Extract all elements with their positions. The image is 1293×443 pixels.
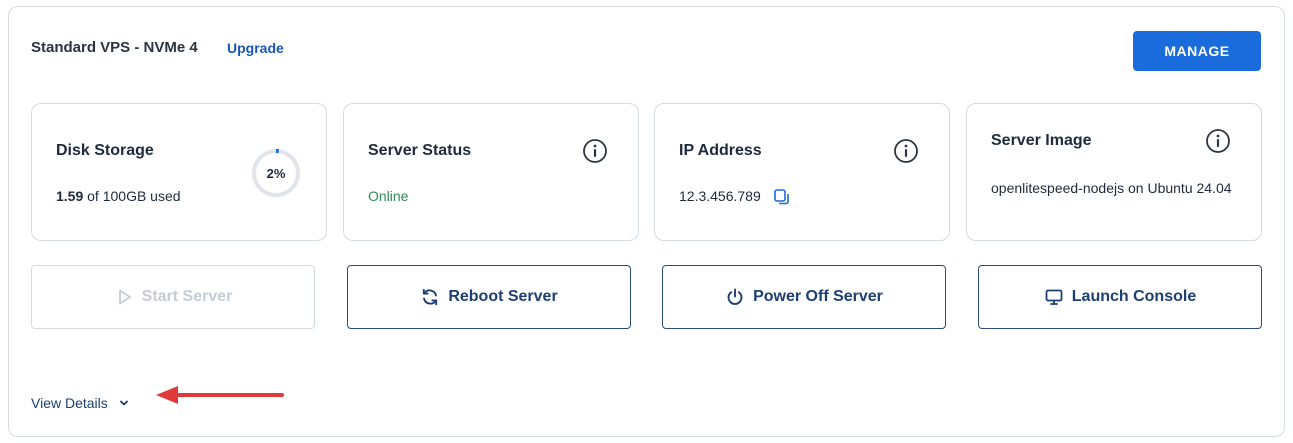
server-image-card: Server Image openlitespeed-nodejs on Ubu… (966, 103, 1262, 241)
ip-address-value: 12.3.456.789 (679, 188, 761, 204)
copy-icon[interactable] (773, 188, 791, 206)
power-off-server-label: Power Off Server (753, 288, 883, 305)
server-image-value: openlitespeed-nodejs on Ubuntu 24.04 (991, 180, 1232, 196)
power-off-server-button[interactable]: Power Off Server (662, 265, 946, 329)
disk-usage-percent: 2% (266, 165, 286, 181)
view-details-label: View Details (31, 395, 108, 411)
start-server-label: Start Server (141, 288, 233, 305)
power-icon (727, 288, 743, 305)
disk-usage-text: 1.59 of 100GB used (56, 188, 181, 204)
ip-address-title: IP Address (679, 142, 762, 159)
upgrade-link[interactable]: Upgrade (227, 40, 284, 56)
start-server-button[interactable]: Start Server (31, 265, 315, 329)
server-status-card: Server Status Online (343, 103, 639, 241)
chevron-down-icon (119, 400, 128, 406)
disk-storage-card: Disk Storage 1.59 of 100GB used 2% (31, 103, 327, 241)
annotation-arrow-icon (156, 386, 284, 404)
disk-used-suffix: of 100GB used (83, 188, 181, 204)
launch-console-button[interactable]: Launch Console (978, 265, 1262, 329)
disk-used-value: 1.59 (56, 188, 84, 204)
server-panel: Standard VPS - NVMe 4 Upgrade MANAGE Dis… (8, 6, 1285, 437)
ip-address-card: IP Address 12.3.456.789 (654, 103, 950, 241)
info-icon[interactable] (1205, 128, 1231, 154)
play-icon (118, 289, 131, 305)
server-status-title: Server Status (368, 142, 472, 159)
server-status-value: Online (368, 188, 409, 204)
info-icon[interactable] (893, 138, 919, 164)
refresh-icon (423, 288, 438, 306)
launch-console-label: Launch Console (1071, 288, 1197, 305)
plan-title: Standard VPS - NVMe 4 (31, 39, 198, 56)
monitor-icon (1045, 289, 1063, 305)
reboot-server-label: Reboot Server (448, 288, 558, 305)
manage-button[interactable]: MANAGE (1133, 31, 1261, 71)
reboot-server-button[interactable]: Reboot Server (347, 265, 631, 329)
info-icon[interactable] (582, 138, 608, 164)
server-image-title: Server Image (991, 132, 1092, 149)
view-details-toggle[interactable]: View Details (31, 395, 130, 411)
disk-storage-title: Disk Storage (56, 142, 154, 159)
